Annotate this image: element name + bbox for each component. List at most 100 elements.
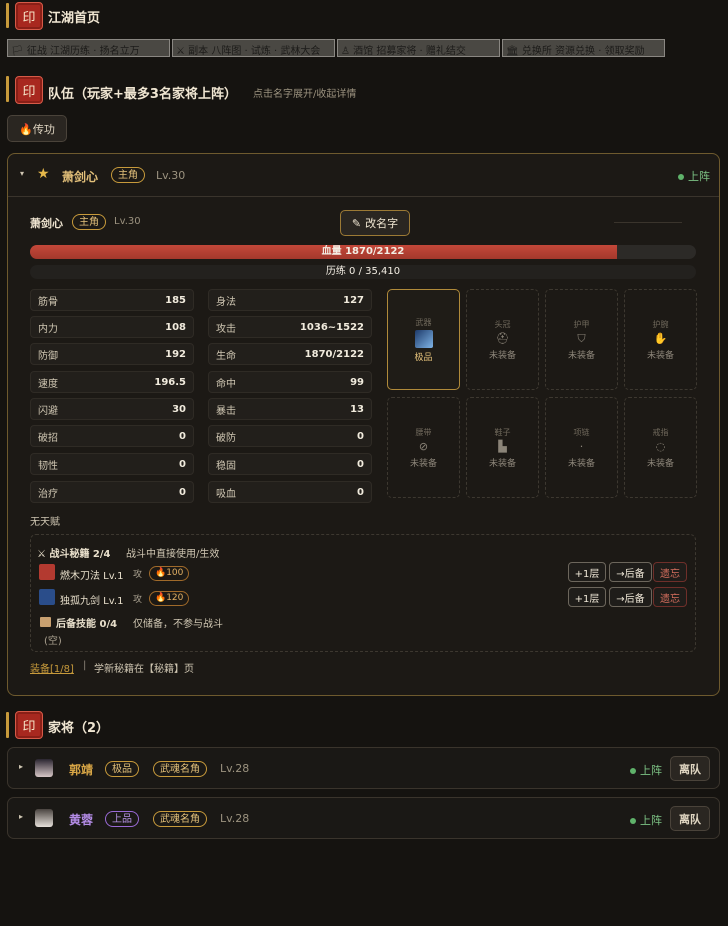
slot-status: 极品 [414, 352, 433, 363]
skill-to-reserve-button[interactable]: →后备 [609, 587, 652, 607]
slot-label: 护腕 [652, 319, 669, 329]
stat-left-4: 闪避 30 [30, 398, 194, 420]
exp-bar: 历练 0 / 35,410 [30, 265, 696, 279]
stat-label: 速度 [38, 378, 58, 390]
reserve-skills-desc: 仅储备，不参与战斗 [133, 619, 223, 630]
generals-title: 家将（2） [48, 721, 110, 736]
stat-value: 0 [179, 458, 186, 470]
slot-label: 武器 [415, 317, 432, 327]
pencil-icon: ✎ [351, 216, 362, 230]
stat-label: 破防 [216, 432, 236, 444]
rename-button[interactable]: ✎ 改名字 [340, 210, 410, 236]
stat-label: 生命 [216, 350, 236, 362]
nav-bar: 🏳 征战 江湖历练 · 扬名立万 ⚔ 副本 八阵图 · 试炼 · 武林大会 ♙ … [7, 39, 665, 57]
helmet-icon: ⛑ [495, 332, 510, 345]
nav-exchange-button[interactable]: 🏛 兑换所 资源兑换 · 领取奖励 [502, 39, 665, 57]
skill-icon-ranmu [39, 564, 55, 580]
stat-label: 韧性 [38, 460, 58, 472]
leader-header[interactable]: ▾ ★ 萧剑心 主角 Lv.30 上阵 [8, 154, 719, 197]
team-hint: 点击名字展开/收起详情 [253, 89, 357, 100]
equipment-slot[interactable]: 头冠 ⛑ 未装备 [466, 289, 539, 390]
stat-label: 命中 [216, 378, 236, 390]
equipment-count-link[interactable]: 装备[1/8] [30, 660, 74, 675]
rename-label: 改名字 [365, 217, 399, 230]
stat-value: 108 [165, 321, 186, 333]
stat-label: 吸血 [216, 488, 236, 500]
equipment-slot[interactable]: 戒指 ◌ 未装备 [624, 397, 697, 498]
status-text: 上阵 [640, 764, 662, 777]
general-row[interactable]: ▸ 郭靖 极品 武魂名角 Lv.28 上阵 离队 [7, 747, 720, 789]
status-text: 上阵 [688, 170, 710, 183]
equipment-slot[interactable]: 护甲 ⛉ 未装备 [545, 289, 618, 390]
generals-accent-bar [6, 712, 9, 738]
skill-forget-button[interactable]: 遗忘 [653, 562, 687, 582]
nav-dungeon-button[interactable]: ⚔ 副本 八阵图 · 试炼 · 武林大会 [172, 39, 335, 57]
skill-name: 独孤九剑 Lv.1 [60, 596, 124, 607]
slot-label: 护甲 [573, 319, 590, 329]
header-accent-bar [6, 3, 9, 28]
combat-skills-desc: 战斗中直接使用/生效 [126, 549, 220, 560]
general-name[interactable]: 郭靖 [69, 761, 93, 778]
exp-text: 历练 0 / 35,410 [325, 266, 401, 277]
stat-left-7: 治疗 0 [30, 481, 194, 503]
equipment-slot[interactable]: 武器 极品 [387, 289, 460, 390]
avatar [35, 759, 53, 777]
stat-value: 99 [350, 376, 364, 388]
leader-name[interactable]: 萧剑心 [62, 168, 98, 185]
divider [614, 222, 682, 223]
footer-hint: 学新秘籍在【秘籍】页 [94, 664, 194, 675]
slot-status: 未装备 [646, 458, 674, 469]
grade-tag: 极品 [105, 761, 139, 777]
skill-name: 燃木刀法 Lv.1 [60, 571, 124, 582]
equipment-slot[interactable]: 鞋子 ▙ 未装备 [466, 397, 539, 498]
general-name[interactable]: 黄蓉 [69, 811, 93, 828]
expand-caret-icon: ▸ [19, 812, 24, 821]
team-accent-bar [6, 76, 9, 102]
stat-right-0: 身法 127 [208, 289, 372, 311]
necklace-icon: · [579, 440, 584, 453]
skill-forget-button[interactable]: 遗忘 [653, 587, 687, 607]
equipment-slot[interactable]: 项链 · 未装备 [545, 397, 618, 498]
seal-icon: 印 [15, 711, 43, 739]
transfer-button[interactable]: 🔥传功 [7, 115, 67, 142]
team-title: 队伍（玩家+最多3名家将上阵） [48, 87, 237, 102]
stat-value: 0 [357, 430, 364, 442]
stat-label: 身法 [216, 296, 236, 308]
leave-team-button[interactable]: 离队 [670, 806, 710, 831]
general-level: Lv.28 [220, 812, 250, 825]
stat-label: 内力 [38, 323, 58, 335]
general-row[interactable]: ▸ 黄蓉 上品 武魂名角 Lv.28 上阵 离队 [7, 797, 720, 839]
stat-label: 攻击 [216, 323, 236, 335]
stat-left-6: 韧性 0 [30, 453, 194, 475]
stat-value: 0 [179, 486, 186, 498]
general-tag: 武魂名角 [153, 811, 207, 827]
stat-label: 治疗 [38, 488, 58, 500]
reserve-book-icon [40, 617, 51, 627]
nav-tavern-button[interactable]: ♙ 酒馆 招募家将 · 赠礼结交 [337, 39, 500, 57]
skill-cost: 🔥120 [149, 591, 190, 606]
nav-campaign-button[interactable]: 🏳 征战 江湖历练 · 扬名立万 [7, 39, 170, 57]
collapse-caret-icon: ▾ [20, 169, 25, 178]
glove-icon: ✋ [653, 332, 668, 345]
stat-right-5: 破防 0 [208, 425, 372, 447]
equipment-slot[interactable]: 腰带 ⊘ 未装备 [387, 397, 460, 498]
stat-value: 127 [343, 294, 364, 306]
skill-level-up-button[interactable]: +1层 [568, 562, 606, 582]
skill-level-up-button[interactable]: +1层 [568, 587, 606, 607]
seal-icon: 印 [15, 76, 43, 104]
stat-right-4: 暴击 13 [208, 398, 372, 420]
slot-label: 项链 [573, 427, 590, 437]
stat-left-1: 内力 108 [30, 316, 194, 338]
leave-team-button[interactable]: 离队 [670, 756, 710, 781]
equipment-slot[interactable]: 护腕 ✋ 未装备 [624, 289, 697, 390]
skill-to-reserve-button[interactable]: →后备 [609, 562, 652, 582]
stat-label: 破招 [38, 432, 58, 444]
status-badge: 上阵 [630, 762, 662, 778]
slot-status: 未装备 [409, 458, 437, 469]
slot-label: 头冠 [494, 319, 511, 329]
slot-label: 鞋子 [494, 427, 511, 437]
skill-type: 攻 [133, 570, 143, 580]
slot-label: 戒指 [652, 427, 669, 437]
grade-tag: 上品 [105, 811, 139, 827]
belt-icon: ⊘ [418, 440, 429, 453]
